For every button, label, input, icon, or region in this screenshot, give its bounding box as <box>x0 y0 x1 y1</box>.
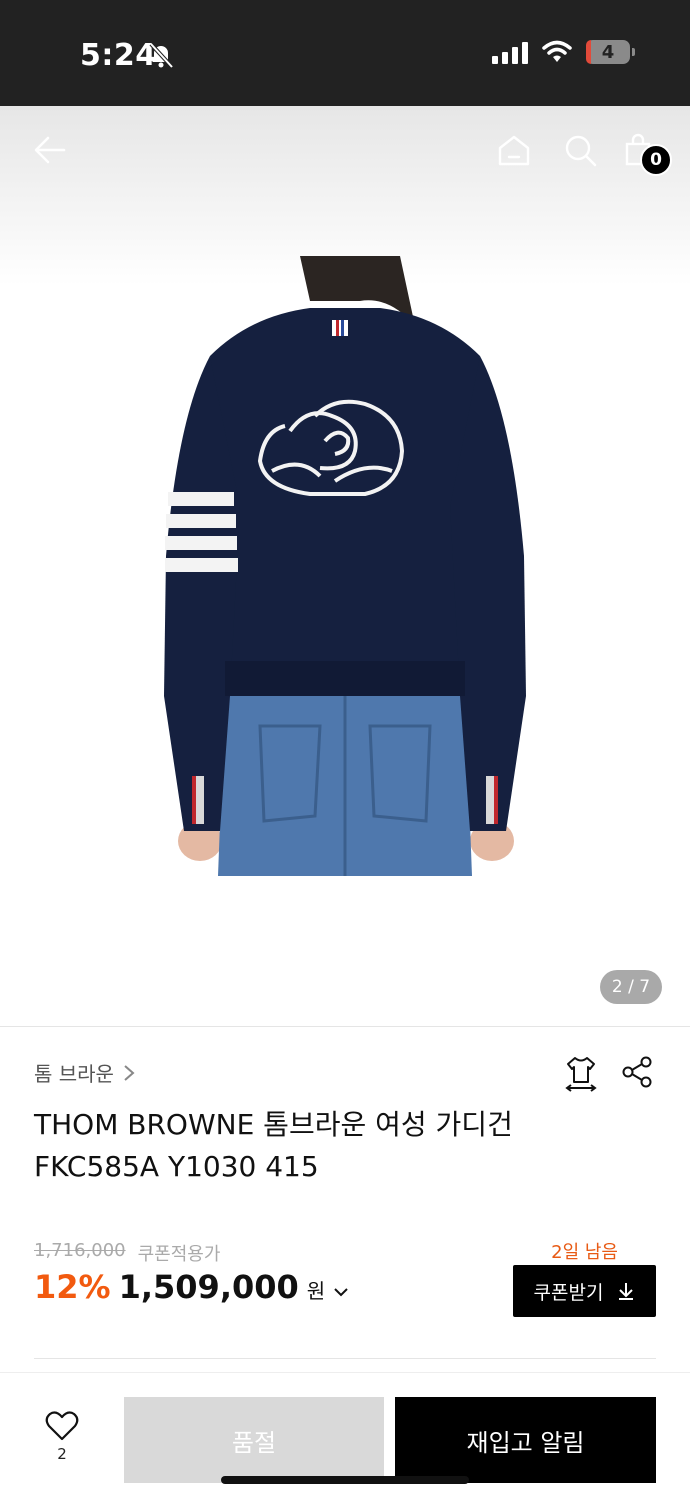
back-button[interactable] <box>30 130 70 170</box>
size-guide-icon[interactable] <box>564 1055 598 1093</box>
battery-indicator: 4 <box>586 40 635 64</box>
restock-alert-button[interactable]: 재입고 알림 <box>395 1397 656 1483</box>
chevron-right-icon <box>124 1064 135 1081</box>
product-title-line1: THOM BROWNE 톰브라운 여성 가디건 <box>34 1108 513 1141</box>
wifi-icon <box>542 40 572 62</box>
status-bar: 5:24 4 <box>0 0 690 106</box>
search-button[interactable] <box>560 130 600 170</box>
soldout-button: 품절 <box>124 1397 384 1483</box>
back-arrow-icon <box>34 136 66 164</box>
brand-link[interactable]: 톰 브라운 <box>34 1058 136 1087</box>
get-coupon-label: 쿠폰받기 <box>533 1281 604 1304</box>
product-actions <box>564 1055 654 1093</box>
heart-icon <box>45 1411 79 1441</box>
product-title: THOM BROWNE 톰브라운 여성 가디건 FKC585A Y1030 41… <box>34 1104 594 1188</box>
chevron-down-icon[interactable] <box>333 1286 349 1298</box>
search-icon <box>565 135 597 167</box>
product-gallery[interactable]: 2 / 7 <box>0 106 690 1026</box>
cart-count-badge: 0 <box>640 144 672 176</box>
wishlist-count: 2 <box>57 1445 67 1463</box>
wishlist-button[interactable]: 2 <box>40 1411 84 1463</box>
currency-unit: 원 <box>306 1279 326 1303</box>
silent-bell-icon <box>149 42 174 69</box>
get-coupon-button[interactable]: 쿠폰받기 <box>513 1265 656 1317</box>
product-photo[interactable] <box>160 256 530 876</box>
home-icon <box>498 135 530 166</box>
home-indicator <box>221 1476 469 1484</box>
brand-name: 톰 브라운 <box>34 1062 114 1086</box>
image-page-counter: 2 / 7 <box>600 970 662 1004</box>
product-title-line2: FKC585A Y1030 415 <box>34 1150 319 1183</box>
cellular-signal-icon <box>492 40 528 64</box>
original-price-row: 1,716,000 쿠폰적용가 <box>34 1240 220 1266</box>
coupon-price-note: 쿠폰적용가 <box>137 1244 221 1265</box>
coupon-days-left: 2일 남음 <box>551 1242 618 1263</box>
sale-price: 1,509,000 <box>118 1268 299 1306</box>
sale-price-row[interactable]: 12% 1,509,000 원 <box>34 1268 349 1306</box>
discount-rate: 12% <box>34 1268 111 1306</box>
battery-level: 4 <box>601 41 615 63</box>
status-indicators: 4 <box>492 40 635 64</box>
section-divider <box>0 1026 690 1027</box>
home-button[interactable] <box>494 130 534 170</box>
share-icon[interactable] <box>620 1055 654 1089</box>
section-divider <box>34 1358 656 1359</box>
download-icon <box>619 1283 634 1300</box>
original-price: 1,716,000 <box>34 1240 126 1261</box>
